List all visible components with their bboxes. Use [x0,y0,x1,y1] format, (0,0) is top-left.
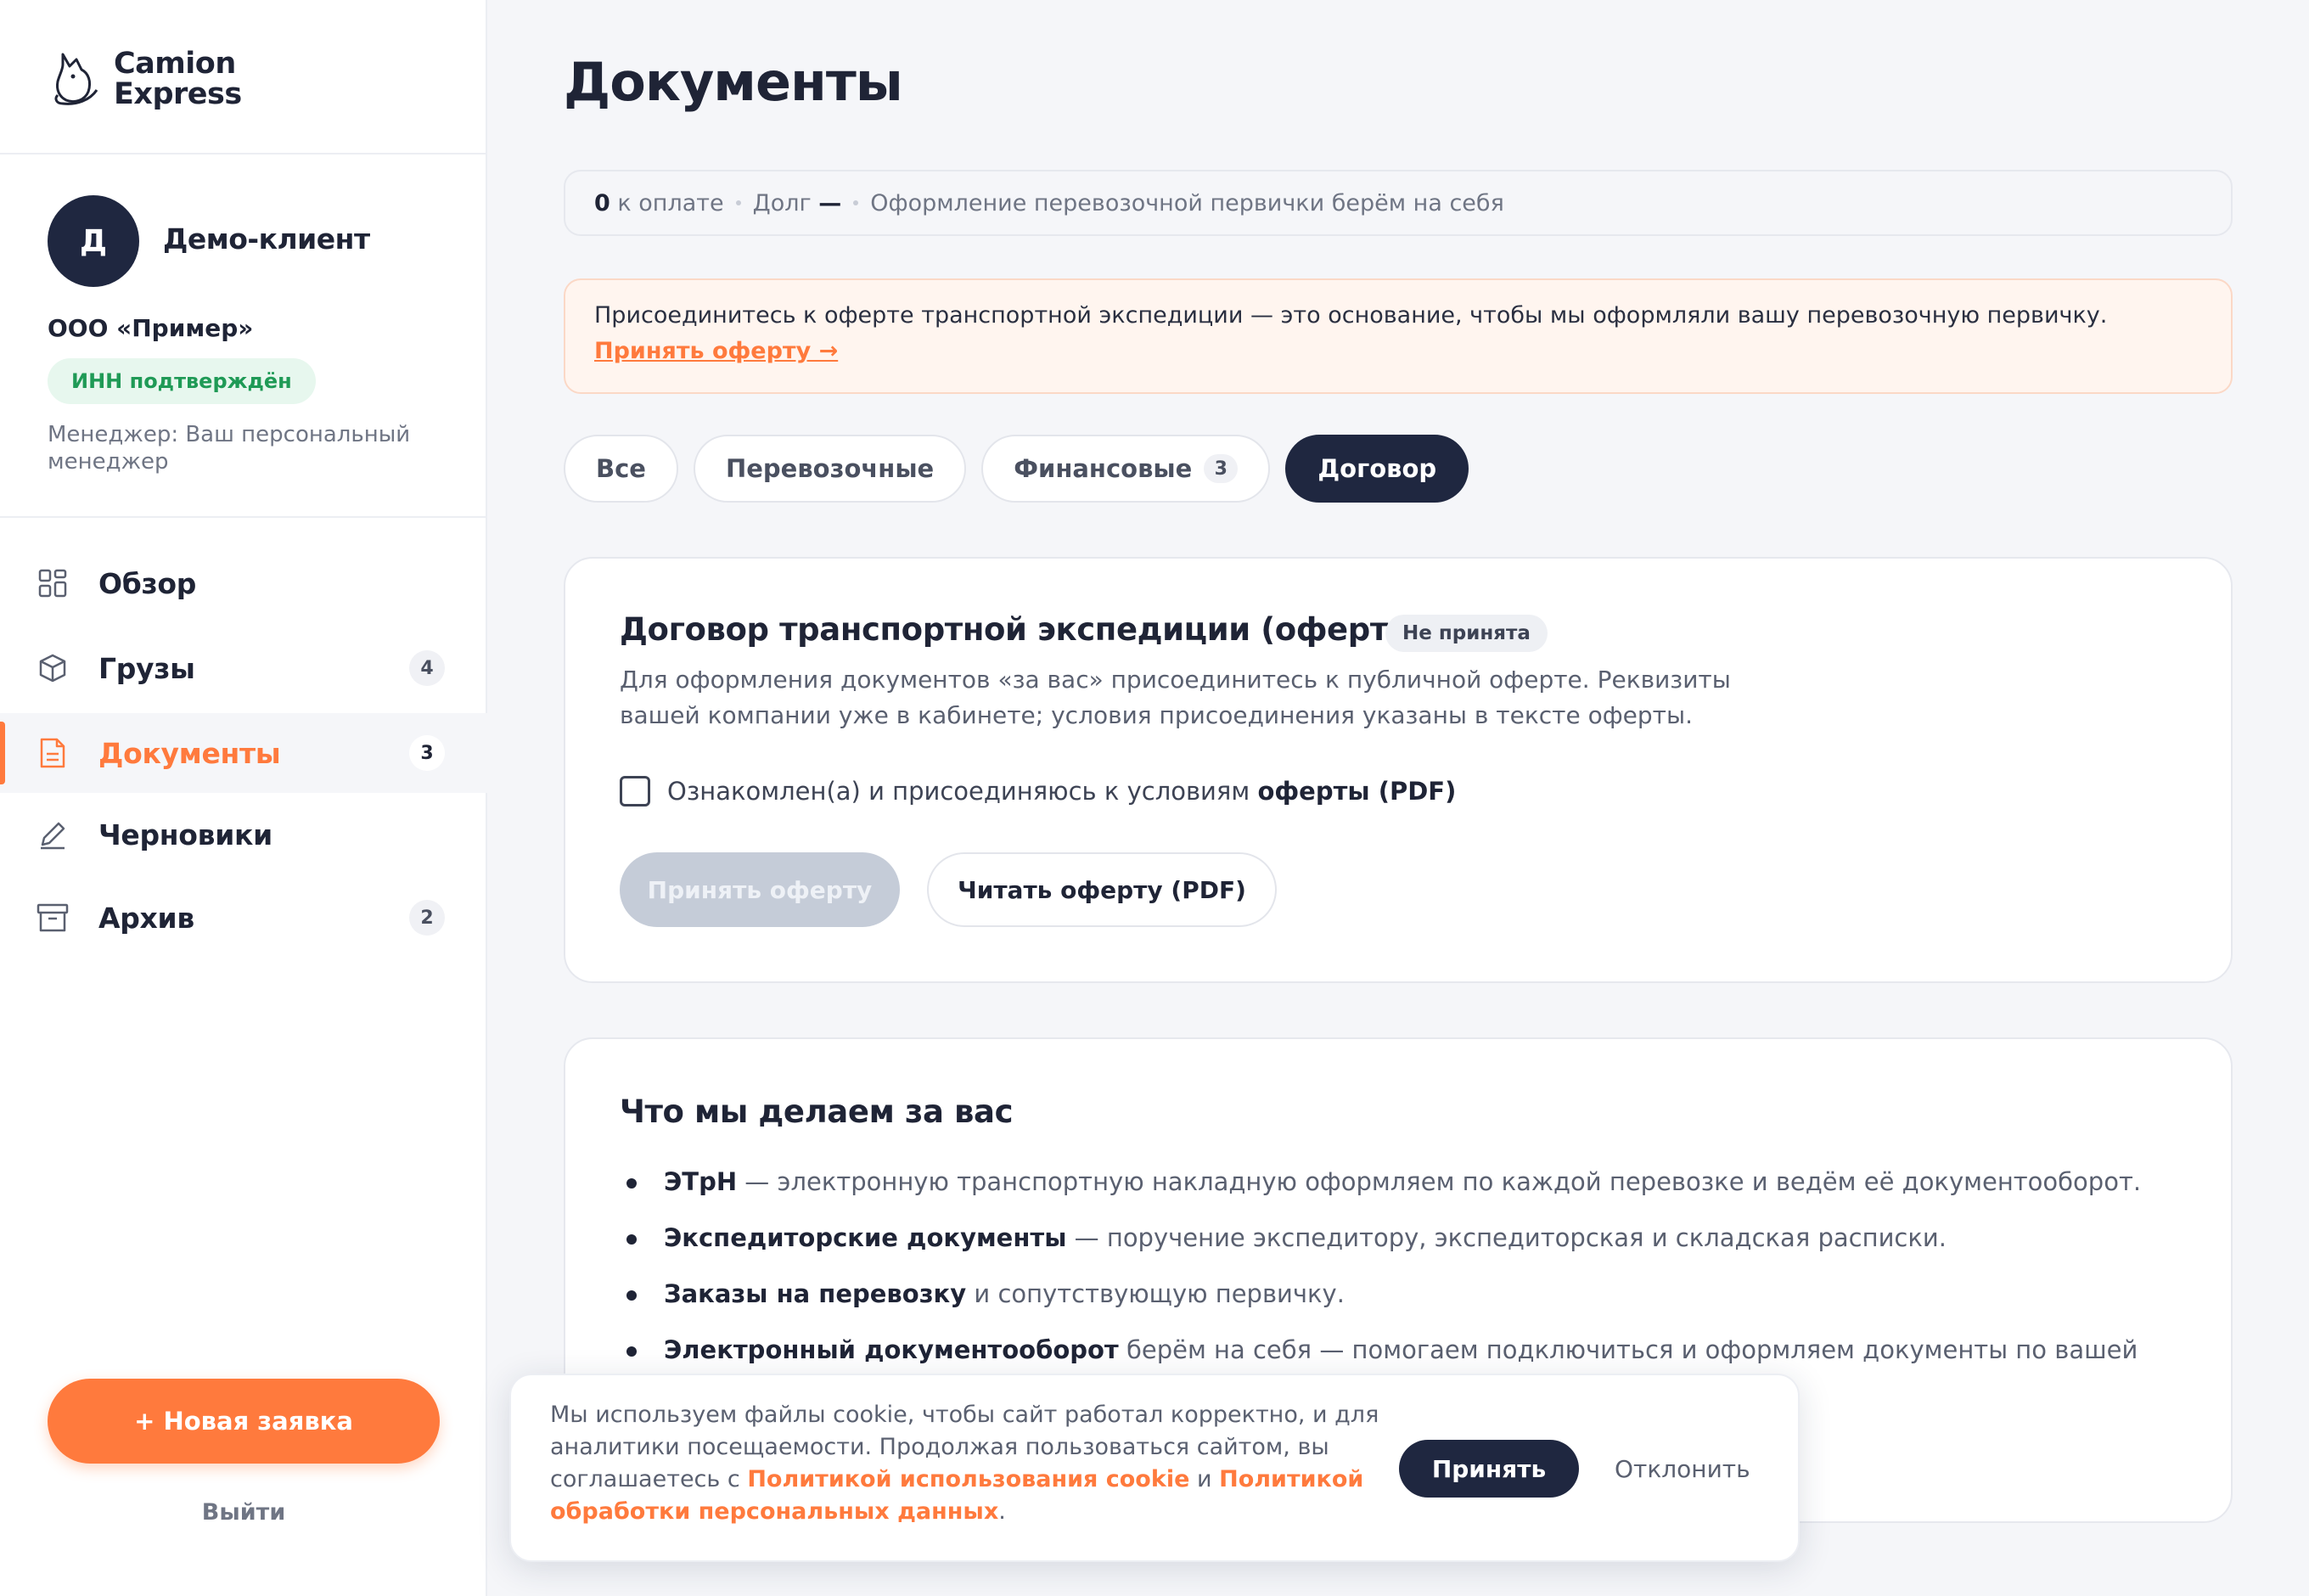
page-title: Документы [564,51,903,113]
divider [0,516,487,518]
contract-card: Договор транспортной экспедиции (оферта)… [564,557,2233,983]
to-pay-value: 0 [594,189,610,216]
cookie-text-part: . [998,1498,1006,1525]
tab-transport[interactable]: Перевозочные [693,435,967,503]
tab-label: Финансовые [1014,454,1193,483]
debt-stat: Долг — [753,190,842,216]
services-list: ЭТрН — электронную транспортную накладну… [620,1165,2199,1389]
count-badge: 2 [409,900,445,936]
manager-info: Менеджер: Ваш персональный менеджер [48,422,411,475]
logout-link[interactable]: Выйти [0,1499,487,1526]
list-item: Заказы на перевозку и сопутствующую перв… [620,1277,2199,1333]
sidebar-item-drafts[interactable]: Черновики [0,795,487,874]
cookie-policy-link[interactable]: Политикой использования cookie [747,1466,1189,1492]
sidebar: Camion Express Д Демо-клиент ООО «Пример… [0,0,487,1596]
item-bold: Электронный документооборот [664,1335,1119,1364]
tab-count-badge: 3 [1204,454,1239,483]
box-icon [36,651,70,685]
services-title: Что мы делаем за вас [620,1093,1014,1130]
user-name: Демо-клиент [163,222,370,256]
sidebar-item-archive[interactable]: Архив 2 [0,878,487,958]
sidebar-item-documents[interactable]: Документы 3 [0,713,487,793]
accept-offer-button[interactable]: Принять оферту [620,852,900,927]
cookie-decline-button[interactable]: Отклонить [1615,1440,1750,1498]
stats-bar: 0 к оплате Долг — Оформление перевозочно… [564,170,2233,236]
document-tabs: Все Перевозочные Финансовые 3 Договор [564,435,1469,503]
item-text: — электронную транспортную накладную офо… [737,1167,2142,1196]
debt-label: Долг [752,189,812,216]
main-content: Документы 0 к оплате Долг — Оформление п… [487,0,2309,1596]
cookie-accept-button[interactable]: Принять [1399,1440,1579,1498]
list-item: Экспедиторские документы — поручение экс… [620,1221,2199,1277]
list-item: ЭТрН — электронную транспортную накладну… [620,1165,2199,1221]
accept-offer-link[interactable]: Принять оферту → [594,333,2202,370]
to-pay-stat: 0 к оплате [594,190,724,216]
cookie-text: Мы используем файлы cookie, чтобы сайт р… [550,1399,1390,1528]
offer-alert: Присоединитесь к оферте транспортной экс… [564,278,2233,394]
item-text: берём на себя — помогаем подключиться и … [1118,1335,2138,1364]
tab-label: Перевозочные [725,454,935,483]
cookie-banner: Мы используем файлы cookie, чтобы сайт р… [509,1374,1800,1562]
to-pay-label: к оплате [617,189,724,216]
count-badge: 4 [409,650,445,686]
archive-icon [36,901,70,935]
sidebar-item-label: Обзор [98,566,197,600]
stats-note: Оформление перевозочной первички берём н… [870,189,1504,216]
tab-label: Все [596,454,646,483]
new-request-button[interactable]: + Новая заявка [48,1379,440,1464]
debt-value: — [818,189,842,216]
company-name: ООО «Пример» [48,314,254,342]
item-bold: ЭТрН [664,1167,738,1196]
contract-description: Для оформления документов «за вас» присо… [620,666,1731,729]
offer-agree-checkbox[interactable] [620,776,650,806]
item-text: — поручение экспедитору, экспедиторская … [1066,1223,1947,1252]
offer-pdf-link[interactable]: оферты (PDF) [1257,777,1456,806]
tab-contract[interactable]: Договор [1285,435,1469,503]
item-text: и сопутствующую первичку. [966,1279,1345,1308]
sidebar-item-overview[interactable]: Обзор [0,543,487,623]
tab-label: Договор [1317,454,1437,483]
sidebar-item-label: Черновики [98,818,272,851]
fox-logo-icon [51,48,104,110]
sidebar-item-label: Архив [98,901,194,935]
brand-line2: Express [114,77,242,111]
checkbox-label-text: Ознакомлен(а) и присоединяюсь к условиям [667,777,1250,806]
sidebar-item-cargo[interactable]: Грузы 4 [0,628,487,708]
avatar: Д [48,195,139,287]
checkbox-label: Ознакомлен(а) и присоединяюсь к условиям… [667,776,1456,806]
sidebar-item-label: Документы [98,736,281,770]
separator-dot [735,200,741,205]
divider [0,153,487,155]
document-icon [36,736,70,770]
contract-title: Договор транспортной экспедиции (оферта) [620,611,1423,648]
separator-dot [853,200,859,205]
tab-all[interactable]: Все [564,435,678,503]
inn-status-badge: ИНН подтверждён [48,358,316,404]
alert-text: Присоединитесь к оферте транспортной экс… [594,302,2108,329]
status-badge: Не принята [1385,615,1548,652]
brand-line1: Camion [114,47,236,81]
grid-icon [36,566,70,600]
pencil-icon [36,818,70,851]
read-offer-button[interactable]: Читать оферту (PDF) [927,852,1277,927]
sidebar-item-label: Грузы [98,651,195,685]
item-bold: Заказы на перевозку [664,1279,967,1308]
cookie-text-part: и [1189,1466,1220,1492]
item-bold: Экспедиторские документы [664,1223,1067,1252]
count-badge: 3 [409,735,445,771]
tab-financial[interactable]: Финансовые 3 [981,435,1271,503]
brand-logo[interactable]: Camion Express [51,48,242,110]
